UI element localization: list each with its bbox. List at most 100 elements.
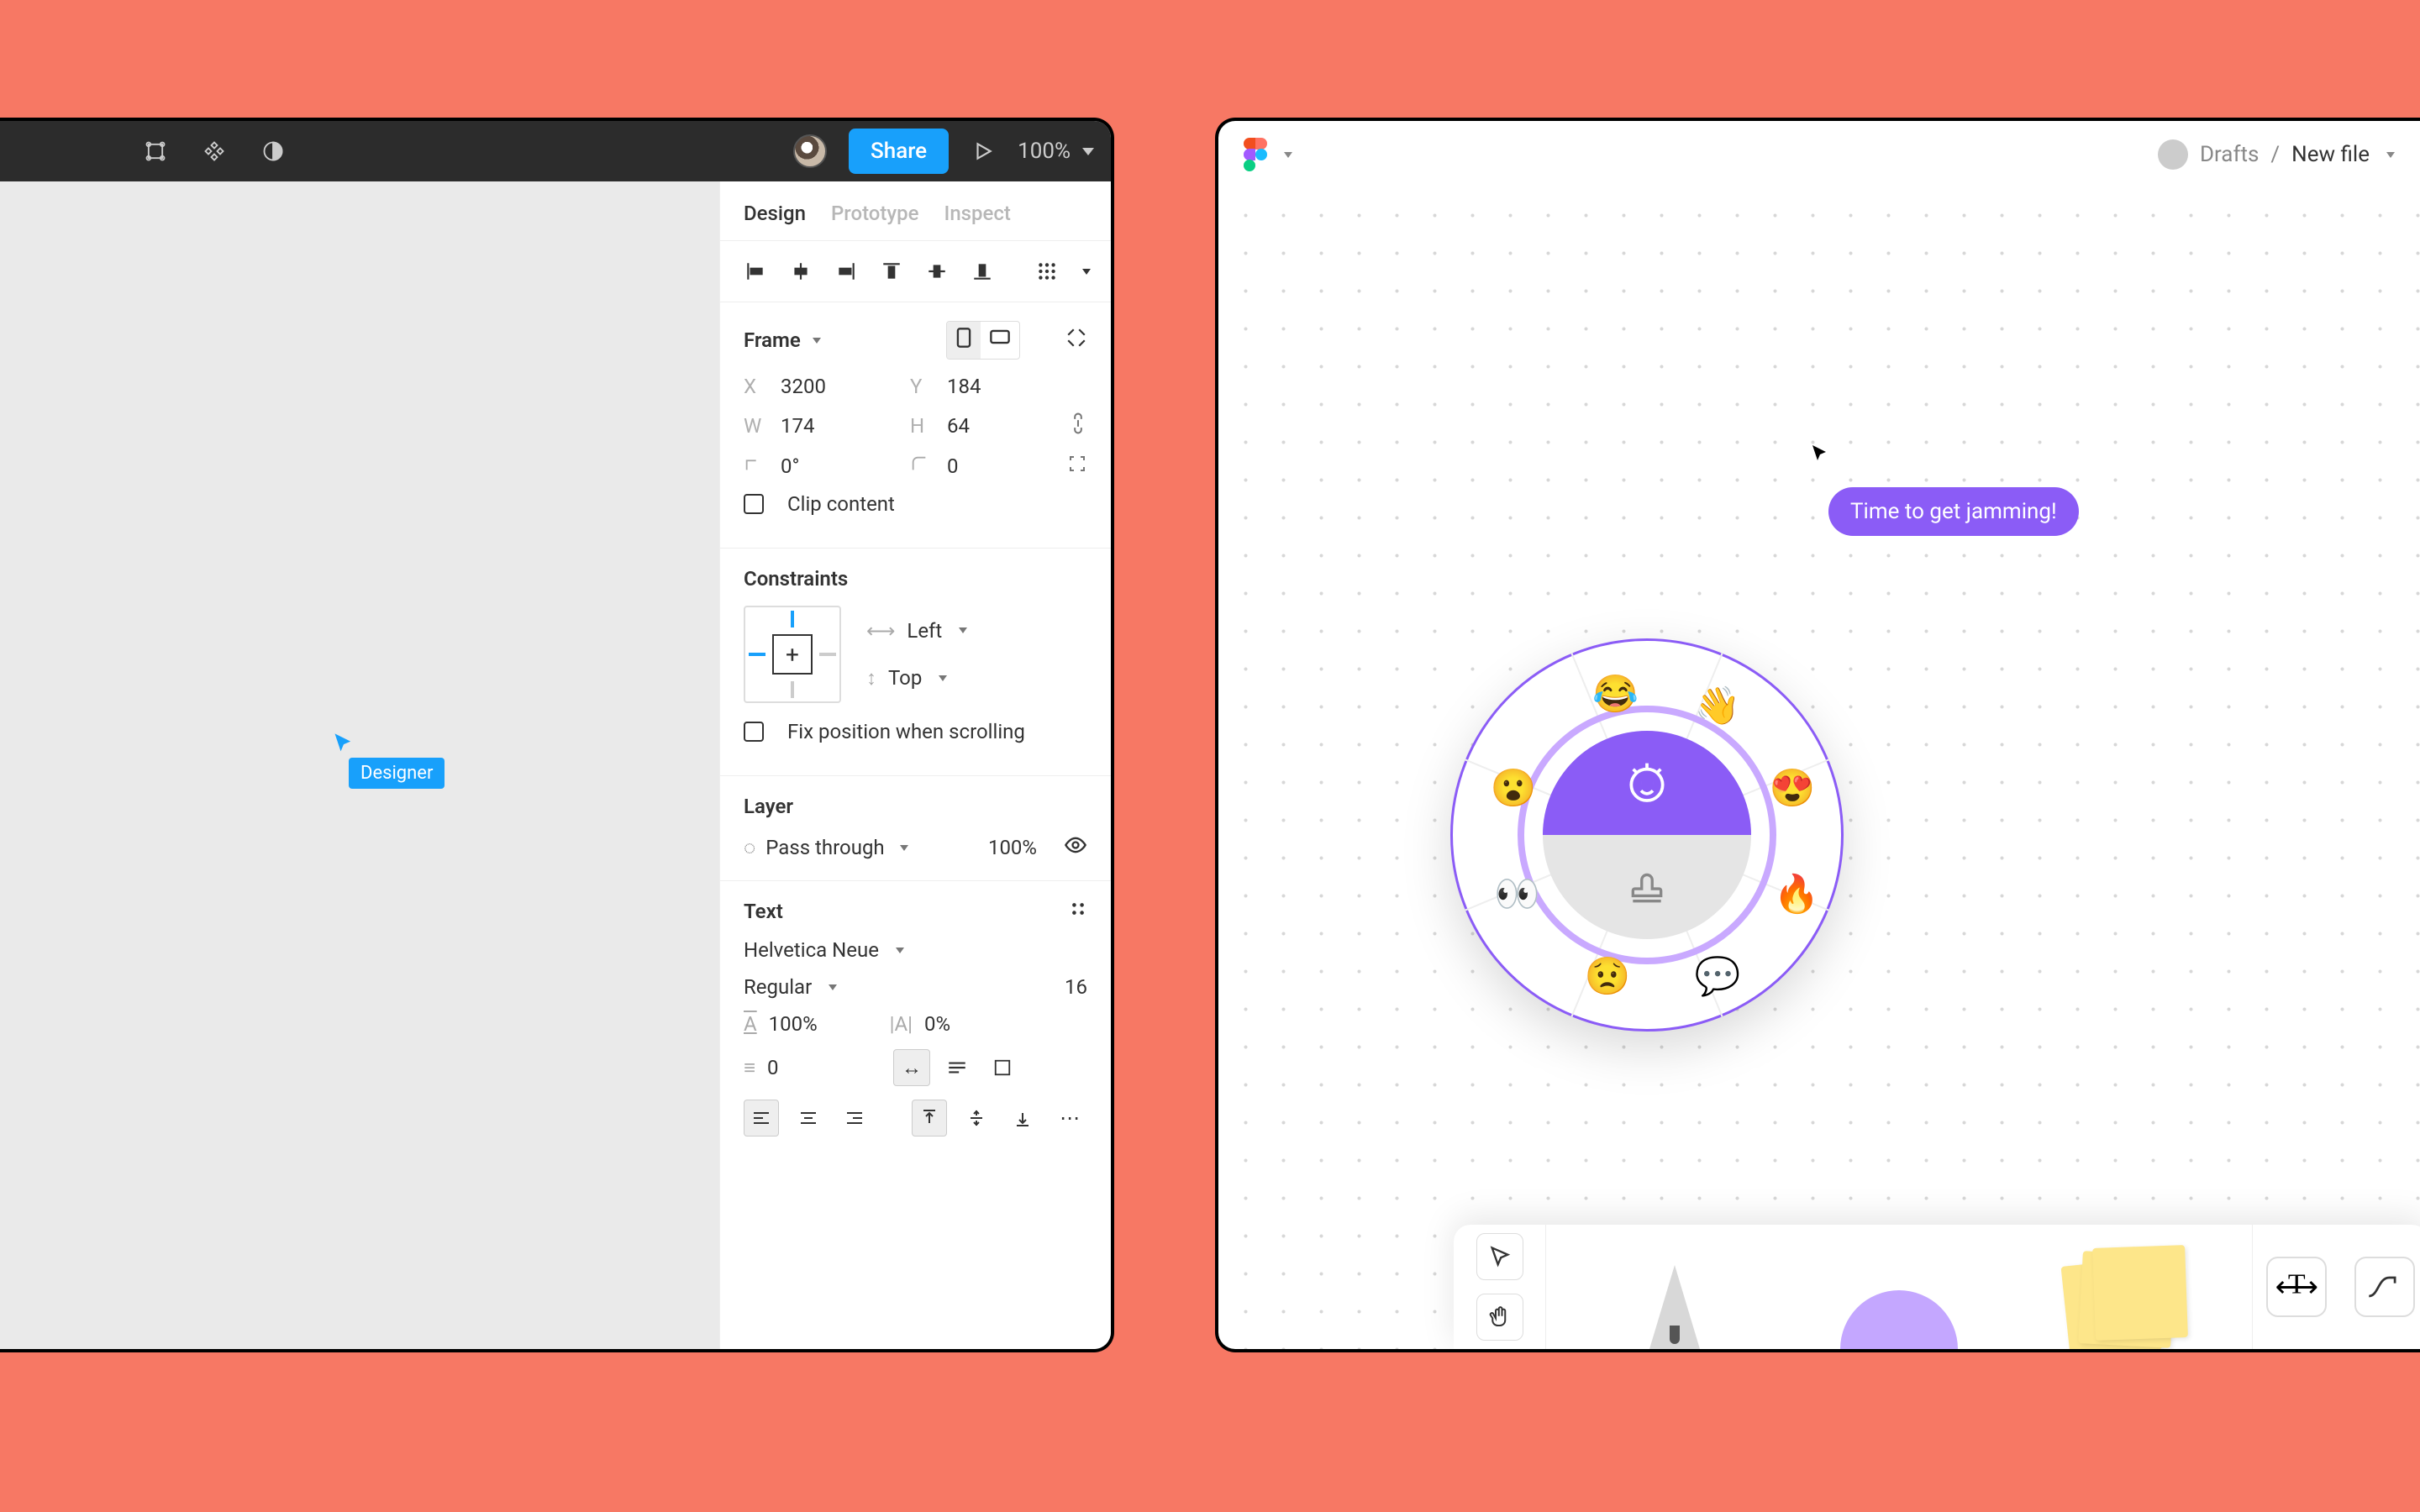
w-input[interactable]: 174: [781, 414, 873, 438]
align-left-icon[interactable]: [740, 256, 771, 286]
figjam-toolbar: ⟷T: [1454, 1225, 2420, 1349]
text-align-bottom-icon[interactable]: [1006, 1100, 1041, 1137]
constraints-widget[interactable]: +: [744, 606, 841, 703]
hand-tool-icon[interactable]: [1476, 1294, 1523, 1341]
sticky-note-tool[interactable]: [2052, 1225, 2195, 1349]
frame-preset-dropdown-icon[interactable]: [813, 338, 821, 344]
share-button[interactable]: Share: [849, 129, 949, 174]
design-canvas[interactable]: Designer: [0, 181, 719, 1349]
figjam-user-avatar[interactable]: [2158, 139, 2188, 170]
y-label: Y: [910, 375, 935, 398]
main-menu-dropdown-icon[interactable]: [1284, 152, 1292, 158]
zoom-level[interactable]: 100%: [1018, 139, 1094, 164]
constraint-h-icon: ⟷: [866, 619, 895, 643]
frame-title: Frame: [744, 328, 801, 352]
paragraph-spacing-input[interactable]: 0: [767, 1056, 851, 1079]
marker-tool[interactable]: [1603, 1225, 1746, 1349]
text-align-center-icon[interactable]: [791, 1100, 826, 1137]
alignment-controls: [720, 241, 1111, 302]
landscape-icon[interactable]: [981, 322, 1019, 359]
constraint-v-icon: ↕: [866, 666, 876, 690]
emoji-surprised[interactable]: 😮: [1492, 767, 1534, 809]
opacity-input[interactable]: 100%: [988, 836, 1037, 859]
constrain-proportions-icon[interactable]: [1069, 412, 1087, 440]
align-vcenter-icon[interactable]: [922, 256, 952, 286]
font-family-dropdown[interactable]: Helvetica Neue: [744, 938, 879, 962]
emoji-wave[interactable]: 👋: [1697, 685, 1739, 727]
select-tool-icon[interactable]: [1476, 1233, 1523, 1280]
letter-spacing-input[interactable]: 0%: [924, 1012, 950, 1036]
auto-width-icon[interactable]: ↔: [893, 1049, 930, 1086]
rotation-icon: [744, 454, 769, 478]
align-hcenter-icon[interactable]: [786, 256, 816, 286]
present-icon[interactable]: [971, 139, 996, 164]
fix-position-checkbox[interactable]: [744, 722, 764, 742]
resize-to-fit-icon[interactable]: [1065, 327, 1087, 354]
emoji-sad[interactable]: 😟: [1586, 955, 1628, 997]
components-icon[interactable]: [202, 139, 227, 164]
emoji-heart-eyes[interactable]: 😍: [1771, 767, 1813, 809]
tab-design[interactable]: Design: [744, 202, 806, 225]
align-more-icon[interactable]: [1082, 269, 1091, 275]
text-align-left-icon[interactable]: [744, 1100, 779, 1137]
clip-content-checkbox[interactable]: [744, 494, 764, 514]
text-align-middle-icon[interactable]: [959, 1100, 994, 1137]
breadcrumb-filename[interactable]: New file: [2291, 142, 2370, 167]
align-right-icon[interactable]: [831, 256, 861, 286]
figma-top-toolbar: Share 100%: [0, 121, 1111, 181]
x-input[interactable]: 3200: [781, 375, 873, 398]
breadcrumb-drafts[interactable]: Drafts: [2200, 142, 2259, 167]
figma-logo-icon[interactable]: [1244, 138, 1267, 171]
portrait-icon[interactable]: [947, 322, 981, 359]
font-size-input[interactable]: 16: [1020, 975, 1087, 999]
emoji-reaction-wheel[interactable]: 😂 👋 😍 🔥 💬 😟 👀 😮: [1450, 638, 1844, 1032]
independent-corners-icon[interactable]: [1067, 454, 1087, 479]
wheel-emote-mode-icon[interactable]: [1543, 731, 1751, 835]
h-input[interactable]: 64: [947, 414, 1039, 438]
align-top-icon[interactable]: [876, 256, 907, 286]
emoji-fire[interactable]: 🔥: [1776, 873, 1818, 915]
font-weight-dropdown[interactable]: Regular: [744, 975, 812, 999]
figjam-window: Drafts / New file Time to get jamming!: [1215, 118, 2420, 1352]
blend-mode-icon: ◌: [744, 836, 755, 860]
connector-tool-button[interactable]: [2354, 1257, 2415, 1317]
user-avatar[interactable]: [793, 134, 827, 168]
orientation-toggle[interactable]: [946, 321, 1020, 360]
text-styles-icon[interactable]: [1069, 900, 1087, 923]
blend-mode-dropdown[interactable]: Pass through: [765, 836, 884, 859]
filename-dropdown-icon[interactable]: [2386, 152, 2395, 158]
y-input[interactable]: 184: [947, 375, 1039, 398]
tab-inspect[interactable]: Inspect: [944, 202, 1011, 225]
tidy-up-icon[interactable]: [1032, 256, 1062, 286]
mask-icon[interactable]: [260, 139, 286, 164]
corner-radius-input[interactable]: 0: [947, 454, 1039, 478]
constraints-title: Constraints: [744, 567, 848, 591]
align-bottom-icon[interactable]: [967, 256, 997, 286]
wheel-stamp-mode-icon[interactable]: [1543, 835, 1751, 939]
auto-height-icon[interactable]: [939, 1049, 976, 1086]
tab-prototype[interactable]: Prototype: [831, 202, 919, 225]
text-more-options-icon[interactable]: ⋯: [1052, 1100, 1087, 1137]
text-align-top-icon[interactable]: [912, 1100, 947, 1137]
figjam-collaborator-cursor: [1810, 444, 1830, 467]
constraint-vertical-dropdown[interactable]: Top: [888, 666, 922, 690]
paragraph-spacing-icon: ≡: [744, 1056, 755, 1080]
clip-content-label: Clip content: [787, 492, 895, 516]
emoji-eyes[interactable]: 👀: [1497, 873, 1539, 915]
fixed-size-icon[interactable]: [984, 1049, 1021, 1086]
layer-title: Layer: [744, 795, 793, 818]
shape-tool[interactable]: [1828, 1225, 1970, 1349]
text-tool-button[interactable]: ⟷T: [2266, 1257, 2327, 1317]
collaborator-name-tag: Designer: [349, 758, 445, 789]
emoji-laugh[interactable]: 😂: [1595, 673, 1637, 715]
figjam-canvas[interactable]: Time to get jamming! 😂 👋 😍 🔥 💬 😟: [1218, 188, 2420, 1349]
w-label: W: [744, 414, 769, 438]
emoji-speech[interactable]: 💬: [1697, 955, 1739, 997]
visibility-icon[interactable]: [1064, 833, 1087, 862]
constraint-horizontal-dropdown[interactable]: Left: [907, 619, 942, 643]
rotation-input[interactable]: 0°: [781, 454, 873, 478]
line-height-input[interactable]: 100%: [769, 1012, 853, 1036]
frame-tool-icon[interactable]: [143, 139, 168, 164]
panel-tabs: Design Prototype Inspect: [720, 181, 1111, 241]
text-align-right-icon[interactable]: [837, 1100, 872, 1137]
